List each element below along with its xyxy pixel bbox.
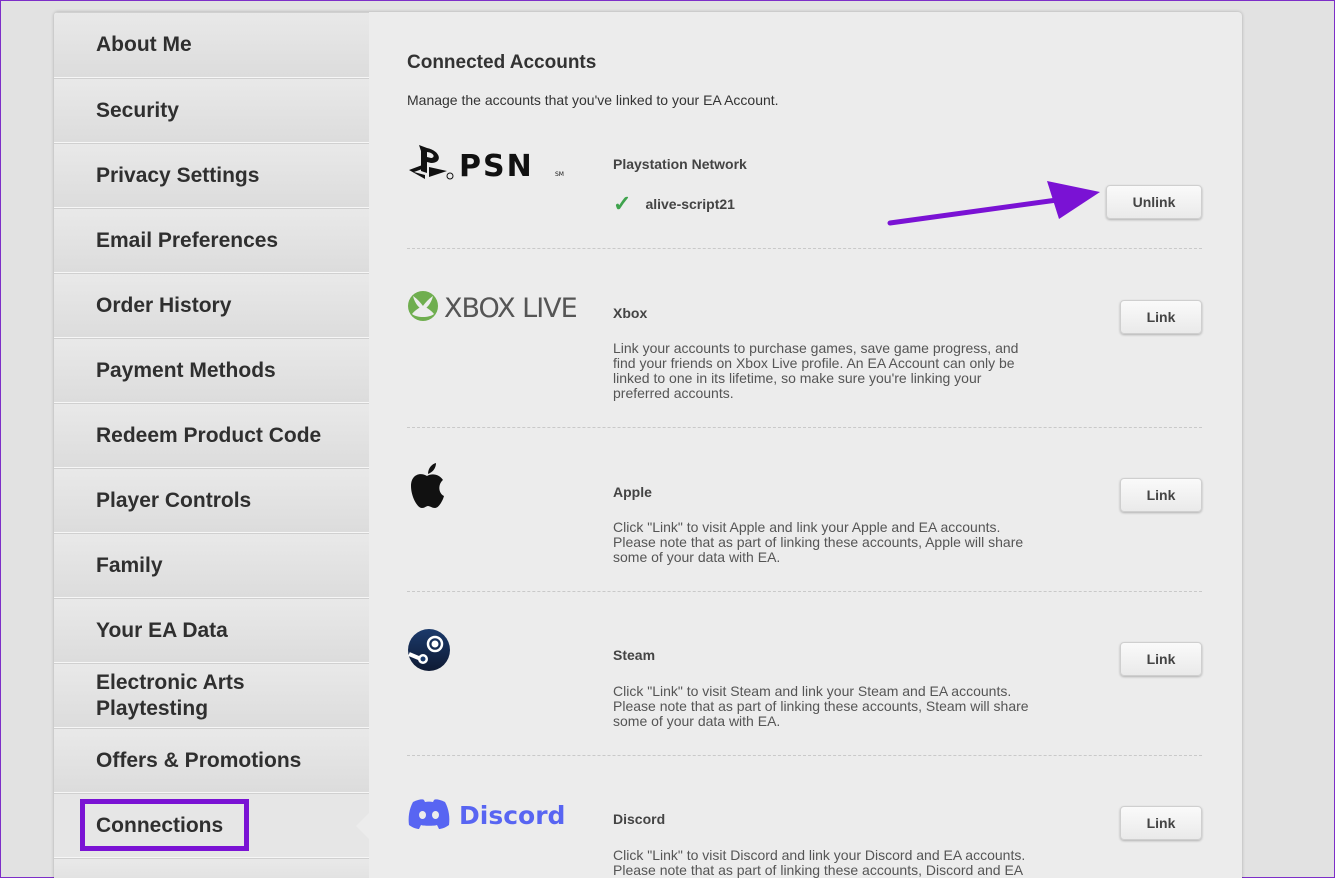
link-button[interactable]: Link — [1120, 300, 1202, 334]
sidebar-item-label: Your EA Data — [96, 618, 228, 642]
sidebar-item-label: About Me — [96, 33, 192, 56]
sidebar-item-redeem-product-code[interactable]: Redeem Product Code — [54, 403, 369, 468]
divider — [407, 427, 1202, 428]
service-name: Apple — [613, 484, 652, 500]
page-subtitle: Manage the accounts that you've linked t… — [407, 92, 779, 108]
service-name: Steam — [613, 647, 656, 663]
service-discord: Discord Discord Click "Link" to visit Di… — [407, 788, 1202, 878]
sidebar-item-label: Order History — [96, 293, 232, 317]
sidebar-item-email-preferences[interactable]: Email Preferences — [54, 208, 369, 273]
service-name: Playstation Network — [613, 156, 747, 172]
active-indicator — [356, 812, 370, 840]
settings-panel: About Me Security Privacy Settings Email… — [54, 12, 1242, 878]
apple-logo-icon — [407, 462, 447, 517]
sidebar-item-ea-playtesting[interactable]: Electronic Arts Playtesting — [54, 663, 369, 728]
service-steam: Steam Click "Link" to visit Steam and li… — [407, 624, 1202, 754]
sidebar-item-offers-promotions[interactable]: Offers & Promotions — [54, 728, 369, 793]
steam-logo-icon — [407, 628, 451, 677]
sidebar-item-label: Redeem Product Code — [96, 423, 322, 447]
xbox-logo-icon: XBOX LIVE — [407, 288, 578, 329]
sidebar-item-security[interactable]: Security — [54, 78, 369, 143]
service-name: Discord — [613, 811, 666, 827]
sidebar-item-about-me[interactable]: About Me — [54, 12, 369, 78]
sidebar-item-label: Family — [96, 553, 163, 577]
linked-account: ✓ alive-script21 — [613, 191, 735, 217]
sidebar-item-label: Email Preferences — [96, 228, 279, 252]
discord-logo-icon: Discord — [407, 796, 577, 837]
link-button[interactable]: Link — [1120, 806, 1202, 840]
sidebar-item-payment-methods[interactable]: Payment Methods — [54, 338, 369, 403]
sidebar-item-privacy-settings[interactable]: Privacy Settings — [54, 143, 369, 208]
annotation-highlight-box — [80, 799, 249, 851]
divider — [407, 591, 1202, 592]
annotation-arrow-icon — [887, 181, 1100, 226]
divider — [407, 248, 1202, 249]
unlink-button[interactable]: Unlink — [1106, 185, 1202, 219]
link-button[interactable]: Link — [1120, 478, 1202, 512]
sidebar-item-more[interactable] — [54, 858, 369, 878]
service-apple: Apple Click "Link" to visit Apple and li… — [407, 460, 1202, 590]
service-description: Link your accounts to purchase games, sa… — [613, 340, 1019, 401]
service-xbox: XBOX LIVE Xbox Link your accounts to pur… — [407, 282, 1202, 432]
service-name: Xbox — [613, 305, 648, 321]
sidebar-item-order-history[interactable]: Order History — [54, 273, 369, 338]
sidebar-item-label: Payment Methods — [96, 358, 276, 382]
playstation-logo-icon: PSN SM — [407, 143, 577, 188]
check-icon: ✓ — [613, 191, 632, 216]
sidebar-item-label: Offers & Promotions — [96, 748, 302, 772]
main-content: Connected Accounts Manage the accounts t… — [407, 12, 1242, 878]
svg-text:XBOX LIVE: XBOX LIVE — [444, 293, 577, 324]
page-title: Connected Accounts — [407, 52, 597, 73]
svg-text:PSN: PSN — [459, 149, 534, 183]
service-description: Click "Link" to visit Discord and link y… — [613, 847, 1026, 878]
sidebar-item-label: Privacy Settings — [96, 163, 260, 187]
sidebar-item-label: Security — [96, 98, 179, 122]
svg-text:SM: SM — [555, 171, 564, 178]
service-description: Click "Link" to visit Apple and link you… — [613, 519, 1024, 565]
svg-text:Discord: Discord — [459, 801, 565, 830]
service-description: Click "Link" to visit Steam and link you… — [613, 683, 1029, 729]
sidebar-item-label: Player Controls — [96, 488, 252, 512]
linked-username: alive-script21 — [645, 196, 735, 212]
sidebar-item-label: Electronic Arts Playtesting — [96, 670, 245, 720]
sidebar-item-family[interactable]: Family — [54, 533, 369, 598]
sidebar-item-your-ea-data[interactable]: Your EA Data — [54, 598, 369, 663]
sidebar: About Me Security Privacy Settings Email… — [54, 12, 369, 878]
sidebar-item-player-controls[interactable]: Player Controls — [54, 468, 369, 533]
divider — [407, 755, 1202, 756]
link-button[interactable]: Link — [1120, 642, 1202, 676]
